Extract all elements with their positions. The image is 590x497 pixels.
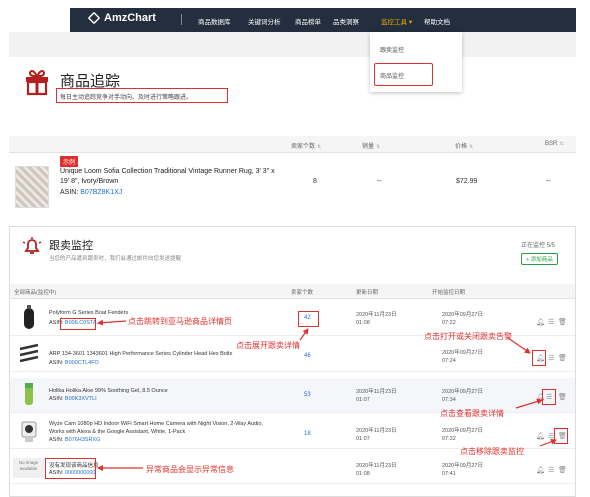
arrow-detail [515,398,543,409]
arrow-expand [299,328,309,341]
arrow-toggle [507,337,531,354]
arrow-asin [97,319,127,326]
arrow-remove [539,438,557,447]
annotation-arrows [97,319,557,471]
